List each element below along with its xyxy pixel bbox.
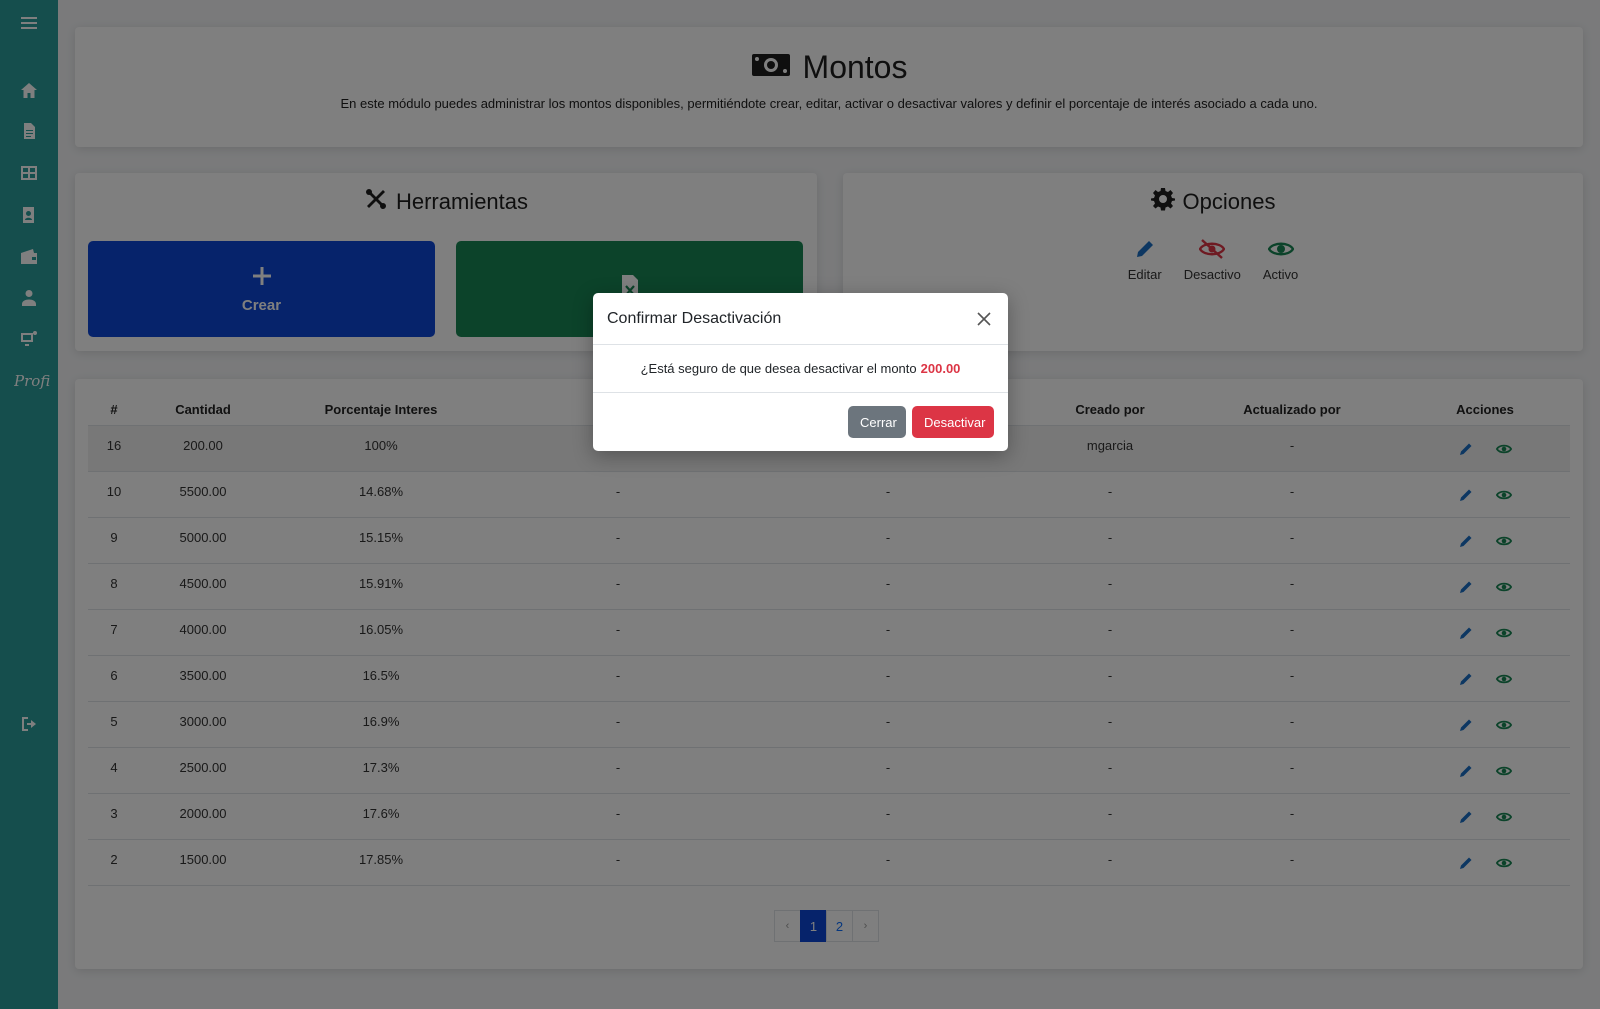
confirm-deactivation-modal: Confirmar Desactivación ¿Está seguro de … xyxy=(593,293,1008,451)
desactivar-button[interactable]: Desactivar xyxy=(912,406,994,438)
modal-body: ¿Está seguro de que desea desactivar el … xyxy=(593,345,1008,393)
modal-footer: Cerrar Desactivar xyxy=(593,393,1008,451)
modal-header: Confirmar Desactivación xyxy=(593,293,1008,345)
close-icon[interactable] xyxy=(974,309,994,329)
modal-backdrop[interactable] xyxy=(0,0,1600,1009)
modal-amount: 200.00 xyxy=(920,361,961,376)
modal-title: Confirmar Desactivación xyxy=(607,309,782,327)
modal-message: ¿Está seguro de que desea desactivar el … xyxy=(640,361,917,376)
cerrar-button[interactable]: Cerrar xyxy=(848,406,906,438)
